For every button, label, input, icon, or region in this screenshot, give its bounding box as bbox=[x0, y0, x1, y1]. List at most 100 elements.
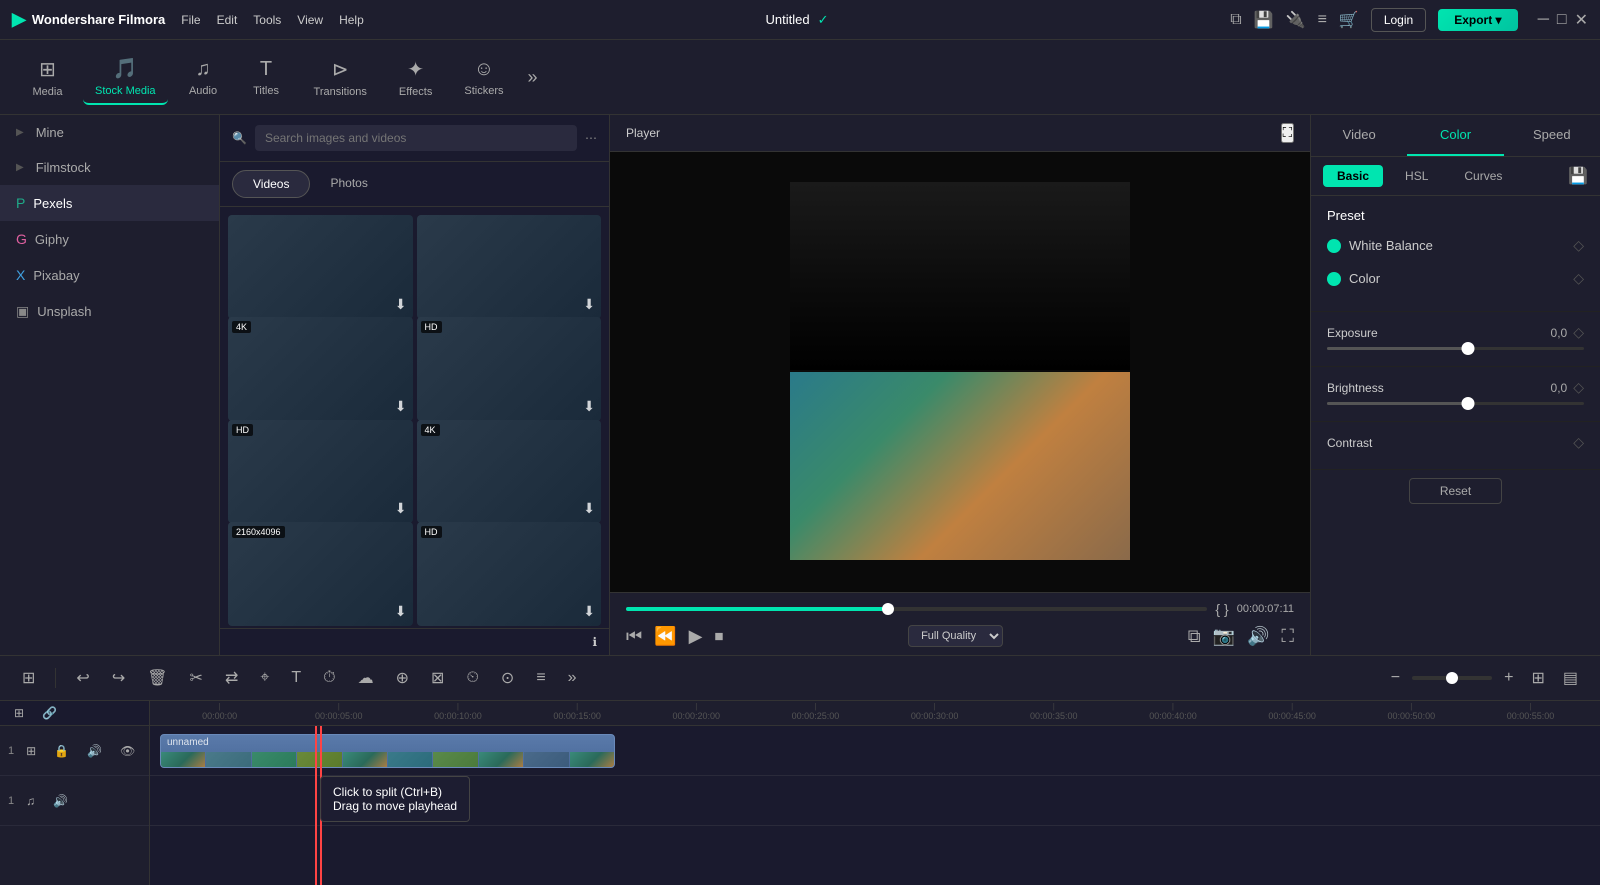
tl-delete-btn[interactable]: 🗑 bbox=[141, 664, 173, 692]
sidebar-item-pixabay[interactable]: X Pixabay bbox=[0, 257, 219, 293]
tool-stock-media[interactable]: 🎵 Stock Media bbox=[83, 50, 168, 105]
menu-tools[interactable]: Tools bbox=[253, 13, 281, 27]
sidebar-item-giphy[interactable]: G Giphy bbox=[0, 221, 219, 257]
quality-select[interactable]: Full Quality Half Quality bbox=[908, 625, 1003, 647]
track-visibility-btn[interactable]: 👁 bbox=[114, 740, 141, 762]
tl-more-btn[interactable]: » bbox=[562, 665, 583, 691]
reset-button[interactable]: Reset bbox=[1409, 478, 1502, 504]
search-input[interactable] bbox=[255, 125, 577, 151]
bracket-out[interactable]: } bbox=[1224, 601, 1229, 617]
download-icon-7[interactable]: ⬇ bbox=[395, 603, 407, 620]
tl-mask-btn[interactable]: ☁ bbox=[352, 664, 380, 692]
tl-speed-btn[interactable]: ⏲ bbox=[460, 665, 484, 691]
tl-list-btn[interactable]: ▤ bbox=[1557, 664, 1584, 692]
tl-redo-btn[interactable]: ↪ bbox=[106, 664, 131, 692]
tool-effects[interactable]: ✦ Effects bbox=[387, 51, 444, 104]
tool-audio[interactable]: ♫ Audio bbox=[176, 52, 231, 103]
exposure-slider[interactable] bbox=[1327, 347, 1584, 350]
rewind-btn[interactable]: ⏮ bbox=[626, 626, 642, 647]
download-icon-6[interactable]: ⬇ bbox=[583, 500, 595, 517]
tl-composite-btn[interactable]: ⊕ bbox=[390, 664, 415, 692]
tl-grid-btn[interactable]: ⊞ bbox=[1525, 664, 1550, 692]
stop-btn[interactable]: ⏹ bbox=[714, 626, 723, 647]
track-audio-mute-btn[interactable]: 🔊 bbox=[47, 790, 74, 812]
menu-edit[interactable]: Edit bbox=[217, 13, 238, 27]
minimize-btn[interactable]: ─ bbox=[1538, 10, 1549, 30]
pip-btn[interactable]: ⧉ bbox=[1188, 626, 1201, 647]
tl-timer-btn[interactable]: ⏱ bbox=[317, 665, 341, 691]
tool-media[interactable]: ⊞ Media bbox=[20, 51, 75, 104]
fullscreen-btn[interactable]: ⛶ bbox=[1281, 626, 1294, 647]
cart-btn[interactable]: 🛒 bbox=[1339, 10, 1359, 30]
color-toggle[interactable] bbox=[1327, 272, 1341, 286]
sidebar-item-filmstock[interactable]: ▶ Filmstock bbox=[0, 150, 219, 185]
login-button[interactable]: Login bbox=[1371, 8, 1426, 32]
media-thumb-2[interactable]: ⬇ bbox=[417, 215, 602, 319]
tab-video[interactable]: Video bbox=[1311, 115, 1407, 156]
white-balance-diamond-btn[interactable]: ◇ bbox=[1573, 237, 1584, 254]
player-fullscreen-btn[interactable]: ⛶ bbox=[1281, 123, 1294, 143]
media-thumb-3[interactable]: 4K ⬇ bbox=[228, 317, 413, 421]
download-icon-2[interactable]: ⬇ bbox=[583, 296, 595, 313]
save-preset-btn[interactable]: 💾 bbox=[1568, 166, 1588, 186]
media-thumb-4[interactable]: HD ⬇ bbox=[417, 317, 602, 421]
maximize-btn[interactable]: □ bbox=[1557, 10, 1567, 30]
tl-crop-btn[interactable]: ⌖ bbox=[254, 665, 275, 691]
subtab-curves[interactable]: Curves bbox=[1450, 165, 1516, 187]
sidebar-item-pexels[interactable]: P Pexels bbox=[0, 185, 219, 221]
bracket-in[interactable]: { bbox=[1215, 601, 1220, 617]
track-lock-btn[interactable]: 🔒 bbox=[48, 740, 75, 762]
screenshot-btn[interactable]: 📷 bbox=[1213, 626, 1235, 647]
tl-layout-btn[interactable]: ⊞ bbox=[16, 664, 41, 692]
download-icon-1[interactable]: ⬇ bbox=[395, 296, 407, 313]
tl-zoom-in-btn[interactable]: + bbox=[1498, 665, 1519, 691]
media-thumb-1[interactable]: ⬇ bbox=[228, 215, 413, 319]
color-diamond-btn[interactable]: ◇ bbox=[1573, 270, 1584, 287]
toolbar-more-btn[interactable]: » bbox=[527, 67, 537, 88]
download-icon-8[interactable]: ⬇ bbox=[583, 603, 595, 620]
tool-titles[interactable]: T Titles bbox=[239, 52, 294, 103]
search-more-icon[interactable]: ⋯ bbox=[585, 131, 597, 145]
progress-track[interactable] bbox=[626, 607, 1207, 611]
track-layout-btn[interactable]: ⊞ bbox=[20, 740, 42, 762]
subtab-hsl[interactable]: HSL bbox=[1391, 165, 1442, 187]
tl-undo-btn[interactable]: ↩ bbox=[70, 664, 95, 692]
download-icon-4[interactable]: ⬇ bbox=[583, 398, 595, 415]
progress-handle[interactable] bbox=[882, 603, 894, 615]
menu-file[interactable]: File bbox=[181, 13, 200, 27]
hamburger-btn[interactable]: ≡ bbox=[1318, 11, 1327, 29]
tab-photos[interactable]: Photos bbox=[310, 170, 387, 198]
subtab-basic[interactable]: Basic bbox=[1323, 165, 1383, 187]
video-clip[interactable]: unnamed bbox=[160, 734, 615, 768]
tab-speed[interactable]: Speed bbox=[1504, 115, 1600, 156]
extension-btn[interactable]: 🔌 bbox=[1286, 10, 1306, 30]
volume-btn[interactable]: 🔊 bbox=[1247, 626, 1269, 647]
track-mute-btn[interactable]: 🔊 bbox=[81, 740, 108, 762]
close-btn[interactable]: ✕ bbox=[1575, 10, 1588, 30]
export-button[interactable]: Export ▾ bbox=[1438, 9, 1517, 31]
tl-swap-btn[interactable]: ⇄ bbox=[219, 664, 244, 692]
sidebar-item-unsplash[interactable]: ▣ Unsplash bbox=[0, 293, 219, 330]
tl-zoom-handle[interactable] bbox=[1446, 672, 1458, 684]
media-thumb-5[interactable]: HD ⬇ bbox=[228, 420, 413, 524]
exposure-diamond-btn[interactable]: ◇ bbox=[1573, 324, 1584, 341]
contrast-diamond-btn[interactable]: ◇ bbox=[1573, 434, 1584, 451]
tl-text-btn[interactable]: T bbox=[285, 665, 307, 691]
download-icon-5[interactable]: ⬇ bbox=[395, 500, 407, 517]
brightness-slider[interactable] bbox=[1327, 402, 1584, 405]
media-thumb-8[interactable]: HD ⬇ bbox=[417, 522, 602, 626]
tab-videos[interactable]: Videos bbox=[232, 170, 310, 198]
tl-link-btn[interactable]: 🔗 bbox=[36, 702, 63, 724]
white-balance-toggle[interactable] bbox=[1327, 239, 1341, 253]
menu-view[interactable]: View bbox=[297, 13, 323, 27]
tl-zoom-out-btn[interactable]: − bbox=[1385, 665, 1406, 691]
track-audio-icon[interactable]: ♫ bbox=[20, 790, 41, 812]
tl-cut-btn[interactable]: ✂ bbox=[184, 664, 209, 692]
cloud-save-btn[interactable]: 💾 bbox=[1254, 10, 1274, 30]
info-icon[interactable]: ℹ bbox=[592, 635, 597, 649]
tab-color[interactable]: Color bbox=[1407, 115, 1503, 156]
tl-ai-btn[interactable]: ⊙ bbox=[495, 664, 520, 692]
tl-stabilize-btn[interactable]: ⊠ bbox=[425, 664, 450, 692]
tool-stickers[interactable]: ☺ Stickers bbox=[452, 52, 515, 103]
tl-add-track-btn[interactable]: ⊞ bbox=[8, 702, 30, 724]
